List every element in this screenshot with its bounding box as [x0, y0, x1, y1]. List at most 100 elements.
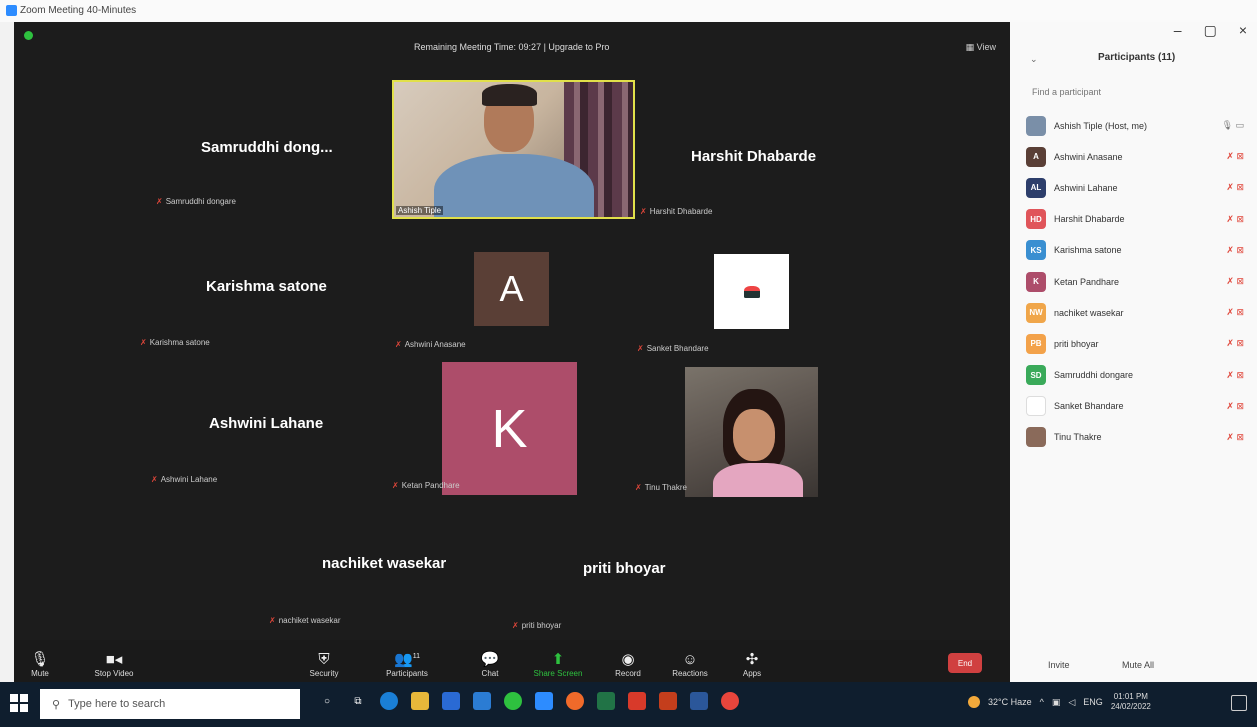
language-indicator[interactable]: ENG — [1083, 697, 1103, 707]
participant-search-input[interactable] — [1032, 84, 1222, 100]
chat-bubble-icon: 💬 — [480, 651, 500, 668]
tile-label: ✗ Harshit Dhabarde — [640, 207, 712, 216]
meeting-timer[interactable]: Remaining Meeting Time: 09:27 | Upgrade … — [414, 42, 609, 52]
share-screen-button[interactable]: ⬆ Share Screen — [528, 651, 588, 678]
security-button[interactable]: ⛨ Security — [294, 651, 354, 678]
muted-mic-icon: ✗ — [640, 207, 647, 216]
muted-mic-camera-icon[interactable]: ✗ ⊠ — [1226, 432, 1244, 443]
notification-center-icon[interactable] — [1231, 695, 1247, 711]
muted-mic-camera-icon[interactable]: ✗ ⊠ — [1226, 276, 1244, 287]
participants-label: Participants — [386, 669, 428, 678]
close-button[interactable]: × — [1239, 22, 1247, 39]
windows-start-icon[interactable] — [10, 694, 28, 712]
muted-mic-camera-icon[interactable]: ✗ ⊠ — [1226, 370, 1244, 381]
participant-row[interactable]: KS Karishma satone ✗ ⊠ — [1026, 235, 1244, 266]
muted-mic-camera-icon[interactable]: ✗ ⊠ — [1226, 307, 1244, 318]
participant-row[interactable]: AL Ashwini Lahane ✗ ⊠ — [1026, 172, 1244, 203]
powerpoint-icon[interactable] — [659, 692, 677, 710]
avatar-tile-ketan-pandhare[interactable]: K — [442, 362, 577, 495]
participant-row[interactable]: SD Samruddhi dongare ✗ ⊠ — [1026, 360, 1244, 391]
muted-mic-camera-icon[interactable]: ✗ ⊠ — [1226, 182, 1244, 193]
maximize-button[interactable]: ▢ — [1204, 22, 1217, 39]
edge-browser-icon[interactable] — [380, 692, 398, 710]
tile-label: ✗ Ketan Pandhare — [392, 481, 460, 490]
participant-avatar: PB — [1026, 333, 1046, 354]
muted-mic-icon: ✗ — [635, 483, 642, 492]
reactions-button[interactable]: ☺ Reactions — [660, 651, 720, 678]
participant-avatar: SD — [1026, 365, 1046, 386]
muted-mic-camera-icon[interactable]: ✗ ⊠ — [1226, 401, 1244, 412]
record-button[interactable]: ◉ Record — [598, 651, 658, 678]
invite-button[interactable]: Invite — [1048, 660, 1070, 670]
participant-row[interactable]: NW nachiket wasekar ✗ ⊠ — [1026, 297, 1244, 328]
muted-mic-icon: ✗ — [156, 197, 163, 206]
weather-sun-icon[interactable] — [968, 696, 980, 708]
muted-mic-camera-icon[interactable]: ✗ ⊠ — [1226, 245, 1244, 256]
mic-camera-icon[interactable]: 🎙 ▭ — [1222, 120, 1244, 131]
clock-time: 01:01 PM — [1113, 692, 1148, 701]
clock[interactable]: 01:01 PM 24/02/2022 — [1111, 692, 1151, 712]
participants-button[interactable]: 👥11 Participants — [377, 648, 437, 678]
panel-footer: Invite Mute All — [1010, 648, 1257, 682]
participants-count: 11 — [412, 653, 420, 660]
participant-row[interactable]: PB priti bhoyar ✗ ⊠ — [1026, 328, 1244, 359]
tinu-video-tile[interactable] — [685, 367, 818, 497]
chrome-icon[interactable] — [721, 692, 739, 710]
reactions-label: Reactions — [672, 669, 708, 678]
muted-mic-camera-icon[interactable]: ✗ ⊠ — [1226, 214, 1244, 225]
cortana-circle-icon[interactable]: ○ — [318, 692, 336, 710]
participant-row[interactable]: K Ketan Pandhare ✗ ⊠ — [1026, 266, 1244, 297]
mute-label: Mute — [31, 669, 49, 678]
avatar-tile-sanket-bhandare[interactable] — [714, 254, 789, 329]
muted-mic-camera-icon[interactable]: ✗ ⊠ — [1226, 338, 1244, 349]
participant-name: Tinu Thakre — [1054, 432, 1102, 443]
muted-mic-camera-icon[interactable]: ✗ ⊠ — [1226, 151, 1244, 162]
participants-panel: ⌄ Participants (11) Ashish Tiple (Host, … — [1010, 22, 1257, 682]
tile-label-text: nachiket wasekar — [278, 616, 341, 625]
participant-row[interactable]: HD Harshit Dhabarde ✗ ⊠ — [1026, 204, 1244, 235]
mute-all-button[interactable]: Mute All — [1122, 660, 1154, 670]
network-icon[interactable]: ▣ — [1052, 697, 1061, 708]
weather-text[interactable]: 32°C Haze — [988, 697, 1032, 707]
participant-row[interactable]: Sanket Bhandare ✗ ⊠ — [1026, 391, 1244, 422]
apps-icon: ✣ — [745, 651, 759, 668]
participant-row[interactable]: Ashish Tiple (Host, me) 🎙 ▭ — [1026, 110, 1244, 141]
end-meeting-button[interactable]: End — [948, 653, 982, 673]
participant-name: Samruddhi dongare — [1054, 370, 1134, 381]
task-view-icon[interactable]: ⧉ — [349, 692, 367, 710]
word-icon[interactable] — [690, 692, 708, 710]
tray-chevron-icon[interactable]: ^ — [1040, 697, 1044, 707]
tile-label-text: Ketan Pandhare — [401, 481, 460, 490]
file-explorer-icon[interactable] — [411, 692, 429, 710]
search-icon: ⚲ — [52, 698, 61, 711]
excel-icon[interactable] — [597, 692, 615, 710]
collapse-chevron-icon[interactable]: ⌄ — [1030, 54, 1038, 65]
mute-button[interactable]: 🎙 Mute — [14, 651, 70, 678]
taskbar-search-box[interactable]: ⚲ Type here to search — [40, 689, 300, 719]
speaker-icon[interactable]: ◁ — [1068, 697, 1075, 708]
apps-label: Apps — [742, 669, 762, 678]
store-icon[interactable] — [442, 692, 460, 710]
mail-icon[interactable] — [473, 692, 491, 710]
apps-button[interactable]: ✣ Apps — [722, 651, 782, 678]
participant-row[interactable]: Tinu Thakre ✗ ⊠ — [1026, 422, 1244, 453]
muted-mic-icon: ✗ — [140, 338, 147, 347]
view-button[interactable]: ▦ View — [966, 42, 996, 53]
zoom-app-icon[interactable] — [535, 692, 553, 710]
whatsapp-icon[interactable] — [504, 692, 522, 710]
view-label: View — [976, 42, 996, 52]
muted-mic-icon: ✗ — [392, 481, 399, 490]
stop-video-button[interactable]: ■◂ Stop Video — [84, 651, 144, 678]
avatar-tile-ashwini-anasane[interactable]: A — [474, 252, 549, 326]
chat-button[interactable]: 💬 Chat — [460, 651, 520, 678]
tile-label: ✗ Samruddhi dongare — [156, 197, 236, 206]
participant-row[interactable]: A Ashwini Anasane ✗ ⊠ — [1026, 141, 1244, 172]
tile-label: ✗ Ashwini Lahane — [151, 475, 217, 484]
acrobat-icon[interactable] — [628, 692, 646, 710]
firefox-icon[interactable] — [566, 692, 584, 710]
participant-name: Ashish Tiple (Host, me) — [1054, 120, 1148, 131]
minimize-button[interactable]: – — [1174, 22, 1182, 39]
muted-mic-icon: ✗ — [512, 621, 519, 630]
host-video-tile[interactable]: Ashish Tiple — [392, 80, 635, 219]
panel-title: Participants (11) — [1098, 52, 1176, 63]
